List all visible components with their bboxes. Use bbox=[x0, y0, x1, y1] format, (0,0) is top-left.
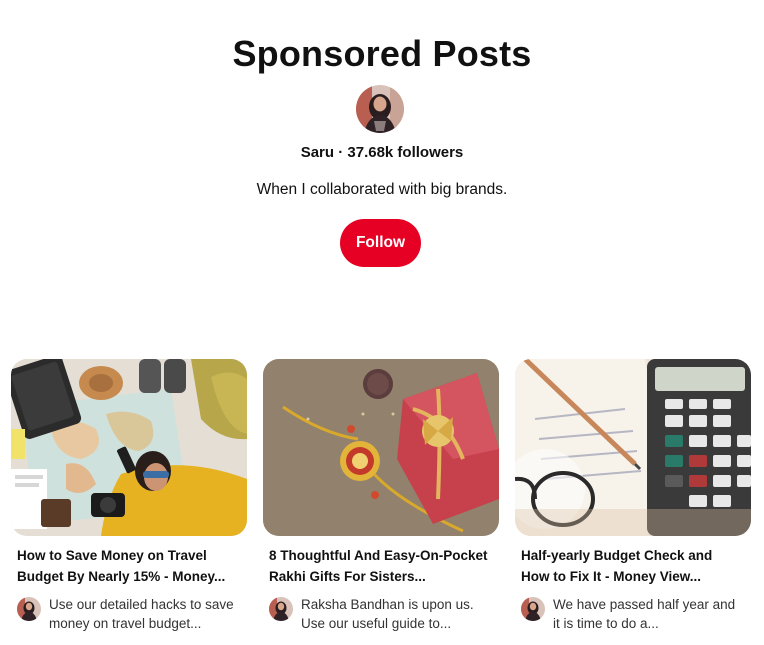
pin-card[interactable]: 8 Thoughtful And Easy-On-Pocket Rakhi Gi… bbox=[263, 359, 499, 633]
pin-title[interactable]: Half-yearly Budget Check and How to Fix … bbox=[515, 545, 751, 587]
pin-title[interactable]: 8 Thoughtful And Easy-On-Pocket Rakhi Gi… bbox=[263, 545, 499, 587]
avatar[interactable] bbox=[17, 597, 41, 621]
pin-card[interactable]: Half-yearly Budget Check and How to Fix … bbox=[515, 359, 751, 633]
follow-button[interactable]: Follow bbox=[340, 219, 421, 267]
board-description: When I collaborated with big brands. bbox=[256, 181, 508, 198]
page-title: Sponsored Posts bbox=[232, 33, 532, 74]
owner-info[interactable]: Saru · 37.68k followers bbox=[0, 143, 764, 163]
avatar[interactable] bbox=[356, 85, 404, 133]
pin-description: We have passed half year and it is time … bbox=[553, 597, 736, 631]
pin-description: Raksha Bandhan is upon us. Use our usefu… bbox=[301, 597, 474, 631]
pin-description: Use our detailed hacks to save money on … bbox=[49, 597, 234, 631]
pin-image-budget[interactable] bbox=[515, 359, 751, 536]
pin-image-rakhi[interactable] bbox=[263, 359, 499, 536]
avatar[interactable] bbox=[521, 597, 545, 621]
pin-card[interactable]: How to Save Money on Travel Budget By Ne… bbox=[11, 359, 247, 633]
avatar[interactable] bbox=[269, 597, 293, 621]
pin-title[interactable]: How to Save Money on Travel Budget By Ne… bbox=[11, 545, 247, 587]
pin-image-travel[interactable] bbox=[11, 359, 247, 536]
